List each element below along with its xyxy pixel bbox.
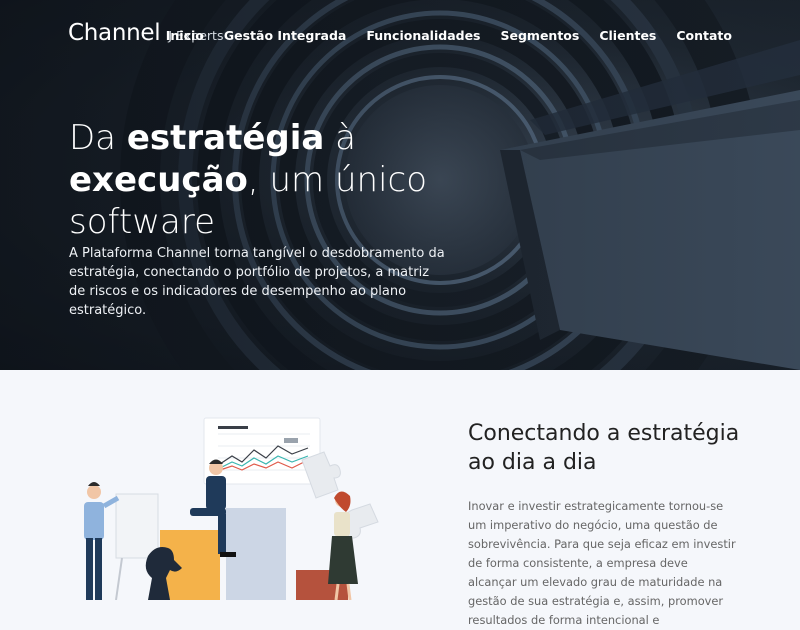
strategy-illustration <box>84 417 379 600</box>
main-menu: Inicio Gestão Integrada Funcionalidades … <box>166 28 732 43</box>
menu-item-contato[interactable]: Contato <box>676 28 732 43</box>
section-title: Conectando a estratégia ao dia a dia <box>468 421 740 475</box>
headline-bold-strategy: estratégia <box>126 118 325 158</box>
top-navigation: Channel J Experts Inicio Gestão Integrad… <box>0 0 800 72</box>
menu-item-funcionalidades[interactable]: Funcionalidades <box>366 28 480 43</box>
hero-lead-text: A Plataforma Channel torna tangível o de… <box>69 246 445 318</box>
menu-item-clientes[interactable]: Clientes <box>599 28 656 43</box>
menu-item-gestao-integrada[interactable]: Gestão Integrada <box>224 28 346 43</box>
logo-wordmark: Channel <box>68 20 161 46</box>
headline-bold-execution: execução <box>69 160 248 200</box>
menu-item-segmentos[interactable]: Segmentos <box>501 28 580 43</box>
section-body-text: Inovar e investir estrategicamente torno… <box>468 499 736 627</box>
hero-section: Channel J Experts Inicio Gestão Integrad… <box>0 0 800 370</box>
hero-headline: Da estratégia à execução, um único softwar… <box>69 118 428 242</box>
menu-item-inicio[interactable]: Inicio <box>166 28 204 43</box>
